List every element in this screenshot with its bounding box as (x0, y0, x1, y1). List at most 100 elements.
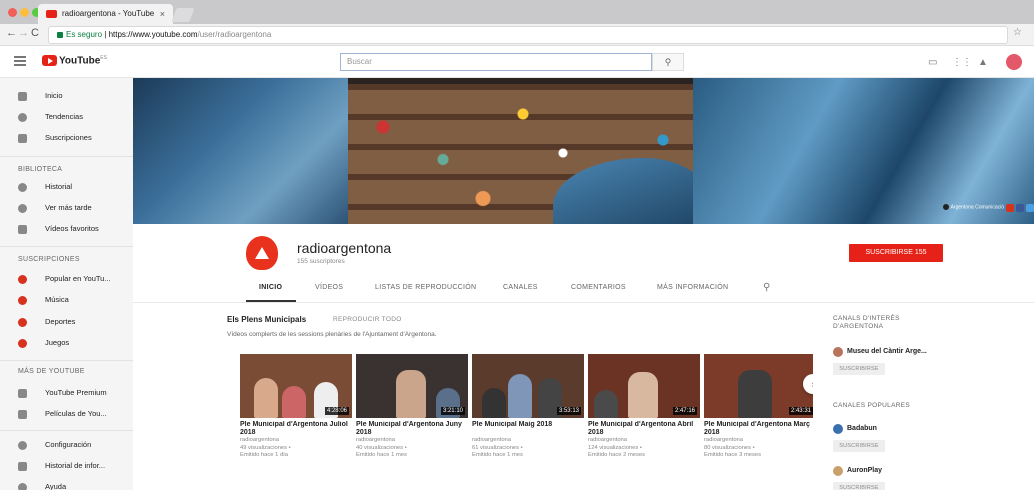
search-button[interactable]: ⚲ (652, 53, 684, 71)
tab-mas-informacion[interactable]: MÁS INFORMACIÓN (657, 284, 728, 291)
related-channel-item[interactable]: Museu del Càntir Arge... (833, 347, 927, 357)
subscribe-button[interactable]: SUSCRIBIRSE (833, 363, 885, 375)
back-arrow-icon[interactable]: ← (6, 27, 17, 39)
watch-later-icon (18, 204, 27, 213)
tab-listas[interactable]: LISTAS DE REPRODUCCIÓN (375, 284, 476, 291)
sidebar-item-peliculas[interactable]: Películas de You... (0, 404, 133, 424)
video-thumbnail[interactable]: 3:53:13 (472, 354, 584, 418)
close-window-button[interactable] (8, 8, 17, 17)
video-card[interactable]: 3:53:13 Ple Municipal Maig 2018 radioarg… (472, 354, 584, 460)
sidebar-item-youtube-premium[interactable]: YouTube Premium (0, 383, 133, 403)
video-title[interactable]: Ple Municipal d'Argentona Juliol 2018 (240, 421, 352, 437)
channel-icon (18, 296, 27, 305)
sidebar-item-inicio[interactable]: Inicio (0, 86, 133, 106)
close-tab-icon[interactable]: × (160, 4, 165, 24)
lock-icon (57, 31, 63, 38)
video-views: 80 visualizaciones • (704, 444, 755, 451)
channel-search-icon[interactable]: ⚲ (763, 282, 770, 293)
video-thumbnail[interactable]: 2:43:31 (704, 354, 816, 418)
search-input[interactable]: Buscar (340, 53, 652, 71)
address-bar[interactable]: Es seguro | https://www.youtube.com/user… (48, 26, 1008, 44)
video-card[interactable]: 3:21:10 Ple Municipal d'Argentona Juny 2… (356, 354, 468, 460)
channel-header-right: SUSCRIBIRSE 155 (813, 224, 1034, 302)
browser-tab[interactable]: radioargentona - YouTube × (38, 4, 173, 24)
video-thumbnail[interactable]: 2:47:16 (588, 354, 700, 418)
tab-videos[interactable]: VÍDEOS (315, 284, 343, 291)
tab-title: radioargentona - YouTube (62, 9, 155, 18)
forward-arrow-icon[interactable]: → (18, 27, 29, 39)
channel-avatar[interactable] (246, 236, 278, 270)
video-channel[interactable]: radioargentona (240, 437, 352, 445)
sidebar-item-label: Ver más tarde (45, 203, 92, 212)
thumbnail-person (282, 386, 306, 418)
banner-link[interactable]: Argentona Comunicació (942, 203, 1004, 210)
bookmark-star-icon[interactable]: ☆ (1013, 27, 1022, 38)
video-duration: 2:43:31 (788, 407, 813, 415)
sidebar-item-configuracion[interactable]: Configuración (0, 435, 133, 455)
popular-channels-header: CANALES POPULARES (833, 402, 910, 409)
avatar[interactable] (1006, 54, 1022, 70)
video-age: Emitido hace 1 día (240, 452, 289, 458)
video-channel[interactable]: radioargentona (588, 437, 700, 445)
sidebar-item-suscripciones[interactable]: Suscripciones (0, 128, 133, 148)
reload-icon[interactable]: C (31, 27, 39, 39)
video-card[interactable]: 2:47:16 Ple Municipal d'Argentona Abril … (588, 354, 700, 460)
minimize-window-button[interactable] (20, 8, 29, 17)
video-age: Emitido hace 2 meses (588, 452, 646, 458)
video-title[interactable]: Ple Municipal d'Argentona Juny 2018 (356, 421, 468, 437)
video-title[interactable]: Ple Municipal d'Argentona Març 2018 (704, 421, 816, 437)
video-title[interactable]: Ple Municipal Maig 2018 (472, 421, 584, 437)
facebook-icon[interactable] (1016, 204, 1024, 212)
related-channel-item[interactable]: AuronPlay (833, 466, 882, 476)
channel-name: radioargentona (297, 240, 392, 256)
video-channel[interactable]: radioargentona (472, 437, 584, 445)
video-thumbnail[interactable]: 4:28:06 (240, 354, 352, 418)
tab-canales[interactable]: CANALES (503, 284, 538, 291)
thumbnail-person (254, 378, 278, 418)
sidebar-item-popular[interactable]: Popular en YouTu... (0, 269, 133, 289)
banner-link-label: Argentona Comunicació (950, 204, 1004, 210)
tab-comentarios[interactable]: COMENTARIOS (571, 284, 626, 291)
apps-grid-icon[interactable]: ⋮⋮ (952, 57, 972, 68)
tab-inicio[interactable]: INICIO (259, 284, 282, 291)
search-icon: ⚲ (664, 57, 672, 67)
channel-icon (18, 275, 27, 284)
notifications-bell-icon[interactable]: ▲ (978, 57, 988, 68)
playlist-icon (18, 225, 27, 234)
video-card[interactable]: 4:28:06 Ple Municipal d'Argentona Juliol… (240, 354, 352, 460)
gear-icon (18, 441, 27, 450)
link-icon (942, 203, 949, 210)
sidebar-divider (0, 430, 133, 431)
subscribe-button[interactable]: SUSCRIBIRSE (833, 482, 885, 490)
sidebar-item-historial-informes[interactable]: Historial de infor... (0, 456, 133, 476)
channel-avatar (833, 424, 843, 434)
sidebar-item-juegos[interactable]: Juegos (0, 333, 133, 353)
sidebar-item-videos-favoritos[interactable]: Vídeos favoritos (0, 219, 133, 239)
video-card[interactable]: 2:43:31 Ple Municipal d'Argentona Març 2… (704, 354, 816, 460)
sidebar-divider (0, 360, 133, 361)
sidebar-item-ver-mas-tarde[interactable]: Ver más tarde (0, 198, 133, 218)
new-tab-button[interactable] (171, 8, 195, 22)
sidebar-item-historial[interactable]: Historial (0, 177, 133, 197)
video-title[interactable]: Ple Municipal d'Argentona Abril 2018 (588, 421, 700, 437)
twitter-icon[interactable] (1026, 204, 1034, 212)
video-thumbnail[interactable]: 3:21:10 (356, 354, 468, 418)
video-channel[interactable]: radioargentona (704, 437, 816, 445)
sidebar-item-label: Ayuda (45, 482, 67, 490)
sidebar-item-tendencias[interactable]: Tendencias (0, 107, 133, 127)
channel-avatar (833, 466, 843, 476)
section-title[interactable]: Els Plens Municipals (227, 315, 306, 324)
sidebar-item-ayuda[interactable]: Ayuda (0, 477, 133, 490)
subscribe-button[interactable]: SUSCRIBIRSE 155 (849, 244, 943, 262)
upload-video-icon[interactable]: ▭ (928, 57, 937, 68)
play-all-button[interactable]: REPRODUCIR TODO (333, 316, 402, 323)
related-channel-item[interactable]: Badabun (833, 424, 877, 434)
sidebar-item-deportes[interactable]: Deportes (0, 312, 133, 332)
sidebar-item-musica[interactable]: Música (0, 290, 133, 310)
subscriptions-icon (18, 134, 27, 143)
menu-icon[interactable] (14, 56, 26, 66)
youtube-logo[interactable]: YouTubeES (42, 55, 107, 66)
subscribe-button[interactable]: SUSCRIBIRSE (833, 440, 885, 452)
video-channel[interactable]: radioargentona (356, 437, 468, 445)
social-link-icon[interactable] (1006, 204, 1014, 212)
